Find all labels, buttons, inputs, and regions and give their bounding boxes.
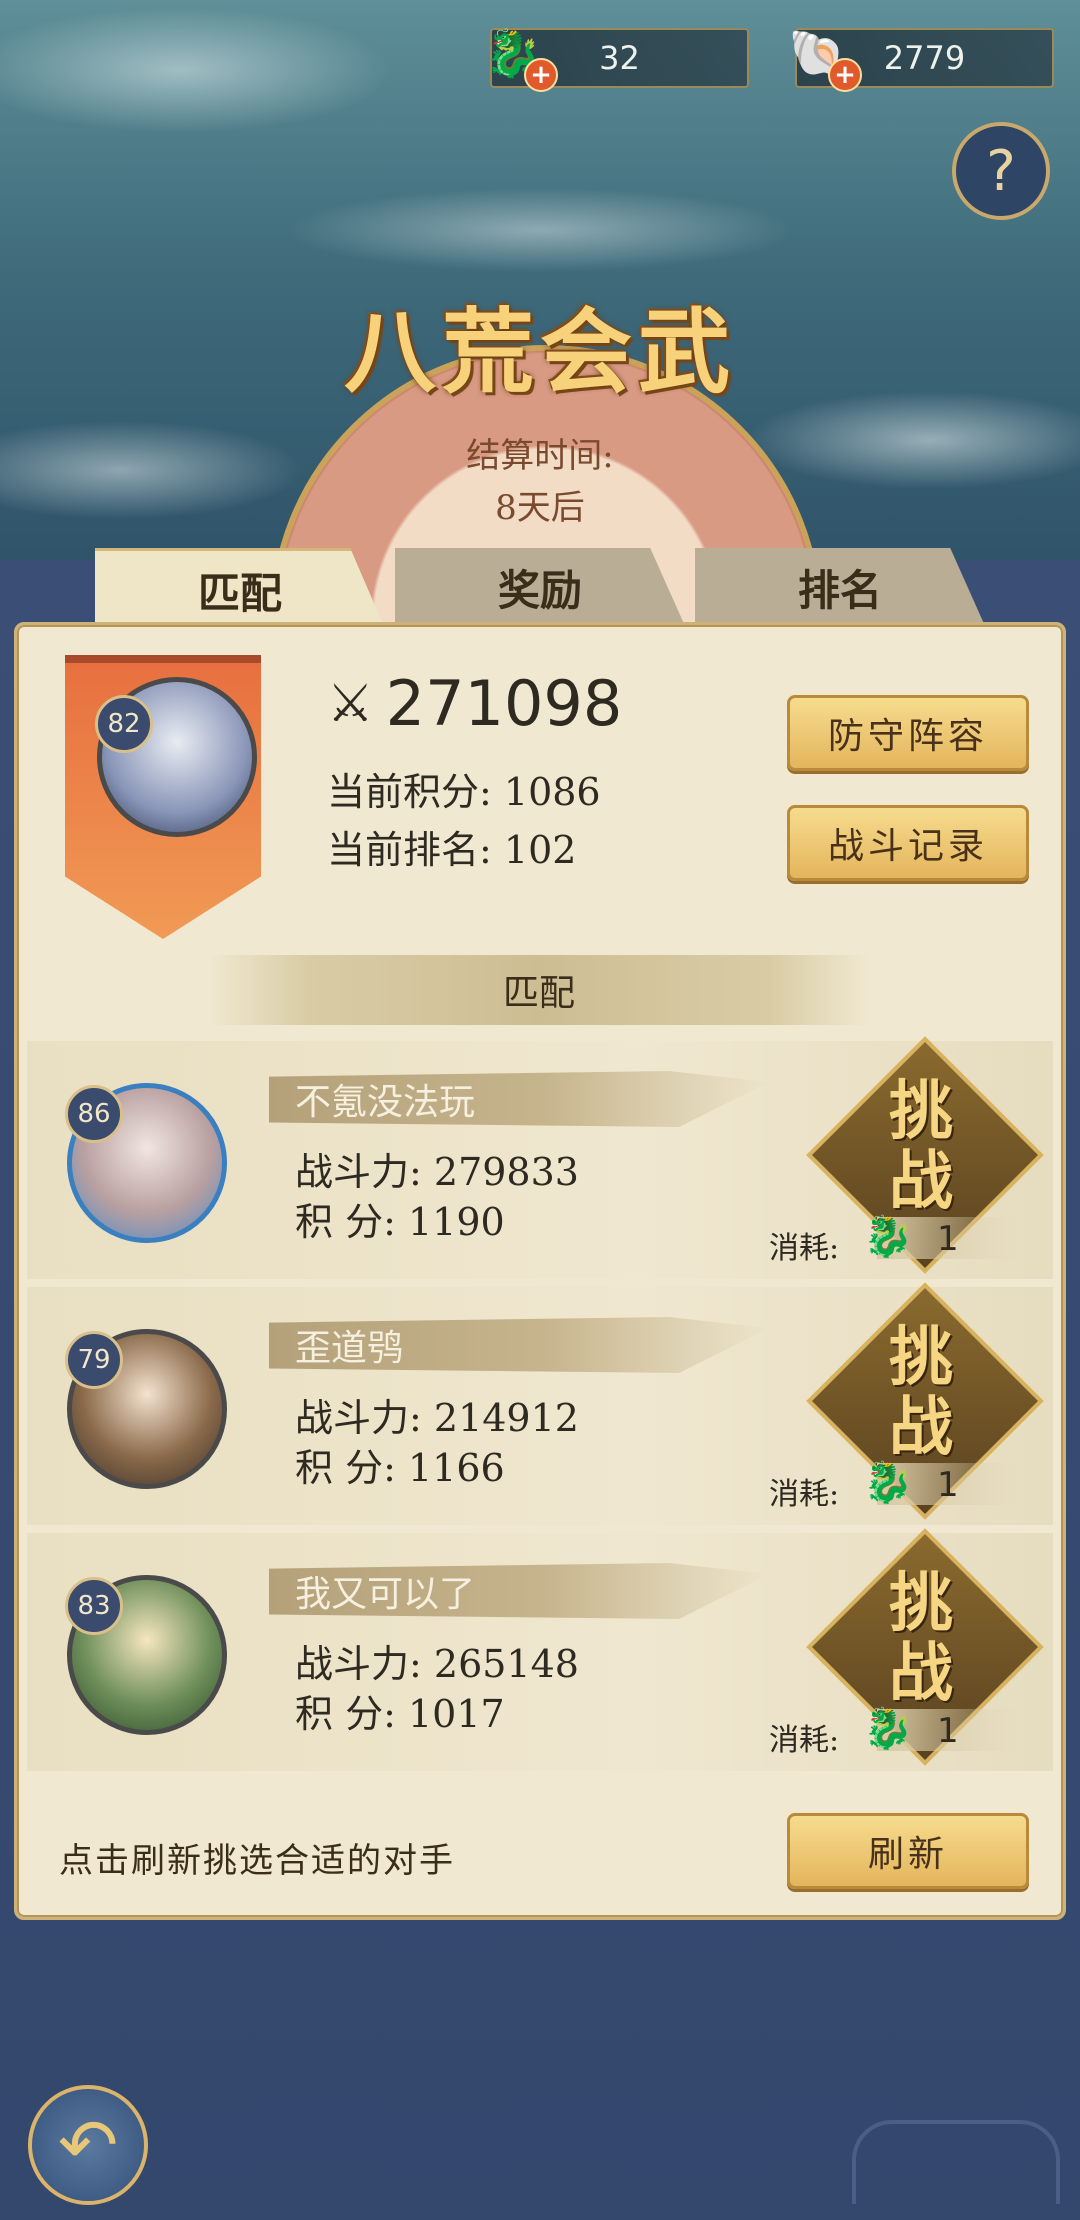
challenge-label[interactable]: 挑战 (841, 1569, 1001, 1709)
match-panel: 82 ⚔ 271098 当前积分: 1086 当前排名: 102 防守阵容 战斗… (14, 622, 1066, 1920)
gold-dragon-icon: 🐉 (863, 1460, 913, 1506)
cost-label: 消耗: (769, 1477, 840, 1512)
cost-value: 1 (937, 1219, 959, 1259)
challenge-label[interactable]: 挑战 (841, 1323, 1001, 1463)
add-jade-button[interactable]: + (828, 58, 862, 92)
opponent-score-label: 积 分: (295, 1200, 396, 1244)
add-gold-button[interactable]: + (524, 58, 558, 92)
cost-label: 消耗: (769, 1723, 840, 1758)
refresh-hint: 点击刷新挑选合适的对手 (59, 1841, 455, 1881)
opponent-power-label: 战斗力: (295, 1642, 422, 1686)
opponent-power: 战斗力: 265148 (295, 1633, 579, 1688)
opponent-level-badge: 83 (65, 1577, 123, 1635)
opponent-score-value: 1017 (407, 1692, 505, 1736)
battle-records-button[interactable]: 战斗记录 (787, 805, 1029, 881)
gold-dragon-icon: 🐉 (863, 1214, 913, 1260)
opponent-score-label: 积 分: (295, 1446, 396, 1490)
opponent-score-value: 1190 (407, 1200, 505, 1244)
opponent-power: 战斗力: 214912 (295, 1387, 579, 1442)
player-rank-value: 102 (503, 828, 577, 872)
challenge-label[interactable]: 挑战 (841, 1077, 1001, 1217)
tab-ranking[interactable]: 排名 (695, 548, 985, 626)
opponent-power-label: 战斗力: (295, 1396, 422, 1440)
opponent-power-value: 279833 (433, 1150, 579, 1194)
back-button[interactable]: ↶ (28, 2085, 148, 2205)
opponent-row: 83 我又可以了 战斗力: 265148 积 分: 1017 挑战 消耗: 🐉 … (27, 1528, 1053, 1771)
defense-lineup-button[interactable]: 防守阵容 (787, 695, 1029, 771)
settlement-value: 8天后 (495, 488, 585, 528)
player-score-label: 当前积分: (327, 770, 492, 814)
gold-dragon-icon: 🐉 (863, 1706, 913, 1752)
opponent-name: 我又可以了 (295, 1574, 476, 1615)
currency-gold-value: 32 (599, 39, 640, 77)
player-score: 当前积分: 1086 (327, 761, 601, 816)
player-power-value: 271098 (385, 667, 623, 740)
back-arrow-icon: ↶ (57, 2103, 119, 2187)
opponent-power-value: 265148 (433, 1642, 579, 1686)
opponent-row: 79 歪道鸮 战斗力: 214912 积 分: 1166 挑战 消耗: 🐉 1 (27, 1282, 1053, 1525)
player-rank: 当前排名: 102 (327, 819, 576, 874)
opponent-score: 积 分: 1190 (295, 1191, 505, 1246)
question-icon: ? (986, 138, 1016, 204)
opponent-name: 不氪没法玩 (295, 1082, 476, 1123)
refresh-button[interactable]: 刷新 (787, 1813, 1029, 1889)
tab-bar: 匹配 奖励 排名 (95, 548, 985, 629)
opponent-row: 86 不氪没法玩 战斗力: 279833 积 分: 1190 挑战 消耗: 🐉 … (27, 1036, 1053, 1279)
opponent-score: 积 分: 1166 (295, 1437, 505, 1492)
sword-icon: ⚔ (327, 673, 374, 734)
currency-jade-value: 2779 (883, 39, 966, 77)
player-power: ⚔ 271098 (327, 667, 622, 740)
help-button[interactable]: ? (952, 122, 1050, 220)
opponent-name: 歪道鸮 (295, 1328, 404, 1369)
tab-rewards[interactable]: 奖励 (395, 548, 685, 626)
cost-value: 1 (937, 1465, 959, 1505)
opponent-level-badge: 86 (65, 1085, 123, 1143)
opponent-score-label: 积 分: (295, 1692, 396, 1736)
opponent-score-value: 1166 (407, 1446, 505, 1490)
opponent-level-badge: 79 (65, 1331, 123, 1389)
player-score-value: 1086 (503, 770, 601, 814)
opponent-power-label: 战斗力: (295, 1150, 422, 1194)
page-title: 八荒会武 (343, 298, 736, 406)
settlement-time: 结算时间: 8天后 (340, 430, 740, 534)
cloud-ornament (852, 2120, 1060, 2204)
opponent-score: 积 分: 1017 (295, 1683, 505, 1738)
player-level-badge: 82 (95, 695, 153, 753)
tab-match[interactable]: 匹配 (95, 548, 385, 629)
opponent-power-value: 214912 (433, 1396, 579, 1440)
cost-value: 1 (937, 1711, 959, 1751)
player-rank-label: 当前排名: (327, 828, 492, 872)
match-section-header: 匹配 (209, 955, 869, 1025)
cost-label: 消耗: (769, 1231, 840, 1266)
opponent-power: 战斗力: 279833 (295, 1141, 579, 1196)
settlement-label: 结算时间: (466, 436, 614, 476)
